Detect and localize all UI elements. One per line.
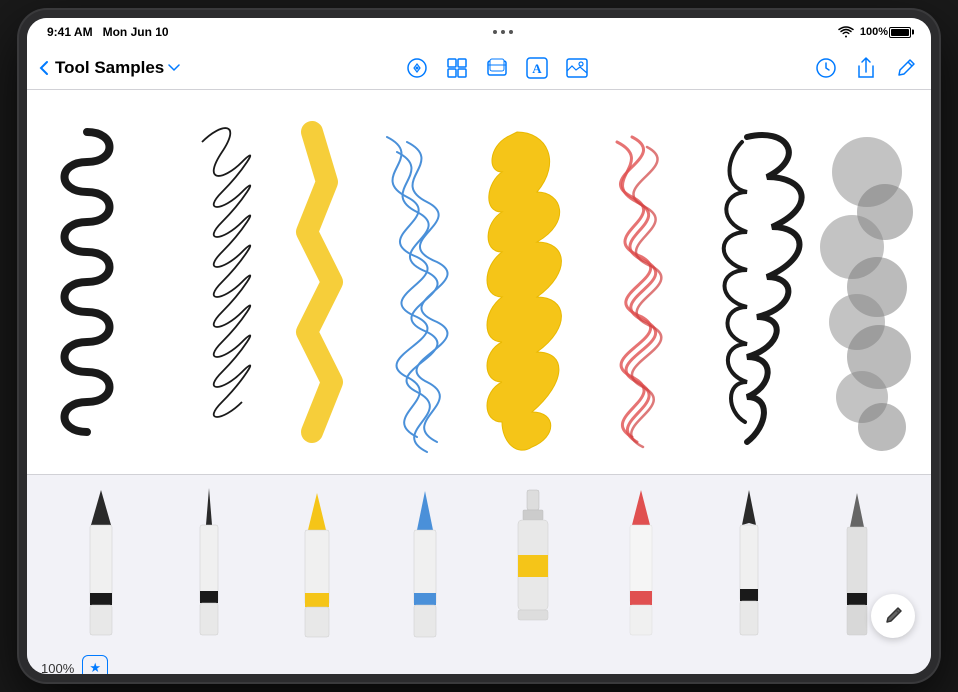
drawing-scribble-blue bbox=[387, 137, 448, 452]
drawing-watercolor-gray bbox=[820, 137, 913, 451]
tool-calligraphy[interactable] bbox=[709, 485, 789, 645]
drawing-squiggle-black bbox=[65, 132, 110, 432]
toolbar-right bbox=[813, 55, 919, 81]
drawing-zigzag-yellow bbox=[307, 132, 332, 432]
dot3 bbox=[509, 30, 513, 34]
dot2 bbox=[501, 30, 505, 34]
status-right: 100% bbox=[838, 26, 911, 38]
status-center bbox=[493, 30, 513, 34]
status-left: 9:41 AM Mon Jun 10 bbox=[47, 25, 169, 39]
drawing-loops-black bbox=[202, 128, 250, 417]
title-group[interactable]: Tool Samples bbox=[55, 58, 180, 78]
page-title: Tool Samples bbox=[55, 58, 164, 78]
zoom-label: 100% bbox=[41, 661, 74, 675]
back-button[interactable] bbox=[39, 60, 49, 76]
toolbar-left: Tool Samples bbox=[39, 58, 180, 78]
title-chevron-icon bbox=[168, 64, 180, 72]
image-icon[interactable] bbox=[564, 55, 590, 81]
layers-icon[interactable] bbox=[484, 55, 510, 81]
ipad-screen: 9:41 AM Mon Jun 10 100% bbox=[27, 18, 931, 674]
edit-icon[interactable] bbox=[893, 55, 919, 81]
date-display: Mon Jun 10 bbox=[103, 25, 169, 39]
drawing-scribble-red bbox=[617, 137, 661, 447]
text-icon[interactable]: A bbox=[524, 55, 550, 81]
marker-svg bbox=[282, 485, 352, 645]
brushpen-svg bbox=[390, 485, 460, 645]
tool-paint[interactable] bbox=[493, 485, 573, 645]
paint-svg bbox=[498, 485, 568, 645]
time-display: 9:41 AM bbox=[47, 25, 93, 39]
canvas-area[interactable] bbox=[27, 90, 931, 474]
back-chevron-icon bbox=[39, 60, 49, 76]
pencil-fab-icon bbox=[882, 605, 904, 627]
svg-text:A: A bbox=[532, 61, 542, 76]
battery-display: 100% bbox=[860, 26, 911, 38]
tools-row bbox=[27, 475, 931, 655]
grid-icon[interactable] bbox=[444, 55, 470, 81]
canvas-svg bbox=[27, 90, 931, 474]
drawing-blob-yellow bbox=[487, 132, 561, 450]
toolbar: Tool Samples bbox=[27, 46, 931, 90]
pen-nib-icon[interactable] bbox=[404, 55, 430, 81]
tool-brushpen[interactable] bbox=[385, 485, 465, 645]
drawing-calligraphy-black bbox=[724, 135, 802, 442]
tools-bottom-bar: 100% ★ bbox=[27, 655, 931, 674]
pencil-fab-button[interactable] bbox=[871, 594, 915, 638]
tool-fineliner[interactable] bbox=[169, 485, 249, 645]
dot1 bbox=[493, 30, 497, 34]
tool-marker[interactable] bbox=[277, 485, 357, 645]
history-icon[interactable] bbox=[813, 55, 839, 81]
status-bar: 9:41 AM Mon Jun 10 100% bbox=[27, 18, 931, 46]
tool-pencil[interactable] bbox=[61, 485, 141, 645]
calligraphy-svg bbox=[714, 485, 784, 645]
pencil-svg bbox=[66, 485, 136, 645]
ipad-frame: 9:41 AM Mon Jun 10 100% bbox=[19, 10, 939, 682]
favorite-button[interactable]: ★ bbox=[82, 655, 108, 674]
fineliner-svg bbox=[174, 485, 244, 645]
tool-crayon[interactable] bbox=[601, 485, 681, 645]
share-icon[interactable] bbox=[853, 55, 879, 81]
battery-icon bbox=[889, 27, 911, 38]
wifi-icon bbox=[838, 26, 854, 38]
toolbar-center: A bbox=[188, 55, 805, 81]
crayon-svg bbox=[606, 485, 676, 645]
tools-panel: 100% ★ bbox=[27, 474, 931, 674]
